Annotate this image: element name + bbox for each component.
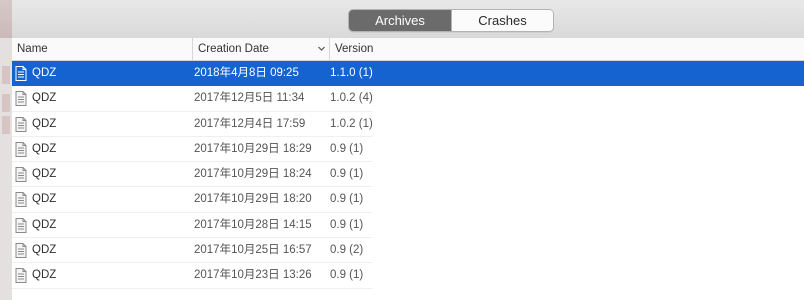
row-creation-date: 2017年12月4日 17:59 [194, 117, 306, 130]
table-row[interactable]: QDZ 2017年10月23日 13:26 0.9 (1) [12, 263, 804, 289]
archive-document-icon [15, 243, 27, 259]
row-name: QDZ [32, 193, 57, 206]
column-header-version[interactable]: Version [329, 38, 804, 60]
table-row[interactable]: QDZ 2017年10月29日 18:20 0.9 (1) [12, 187, 804, 213]
row-version: 1.0.2 (4) [330, 92, 373, 105]
row-creation-date: 2017年10月28日 14:15 [194, 218, 312, 231]
row-name: QDZ [32, 168, 57, 181]
archive-document-icon [15, 217, 27, 233]
row-version: 1.0.2 (1) [330, 117, 373, 130]
archive-document-icon [15, 167, 27, 183]
row-name: QDZ [32, 92, 57, 105]
archive-document-icon [15, 66, 27, 81]
archive-document-icon [15, 192, 27, 208]
row-creation-date: 2017年10月23日 13:26 [194, 269, 312, 282]
sidebar-marker [2, 116, 10, 134]
table-row[interactable]: QDZ 2017年10月28日 14:15 0.9 (1) [12, 213, 804, 239]
row-creation-date: 2017年10月29日 18:29 [194, 142, 312, 155]
column-header-creation-date-label: Creation Date [198, 43, 269, 55]
row-version: 0.9 (1) [330, 193, 364, 206]
row-creation-date: 2017年12月5日 11:34 [194, 92, 305, 105]
row-creation-date: 2017年10月25日 16:57 [194, 244, 312, 257]
toolbar: Archives Crashes [0, 0, 804, 39]
archives-crashes-segmented-control: Archives Crashes [348, 9, 554, 32]
row-creation-date: 2018年4月8日 09:25 [194, 67, 299, 79]
row-name: QDZ [32, 117, 57, 130]
table-row[interactable]: QDZ 2017年10月29日 18:29 0.9 (1) [12, 137, 804, 163]
row-name: QDZ [32, 269, 57, 282]
row-version: 0.9 (1) [330, 269, 364, 282]
row-version: 0.9 (1) [330, 142, 364, 155]
row-divider [12, 287, 372, 289]
row-version: 1.1.0 (1) [330, 67, 373, 79]
table-header: Name Creation Date Version [12, 38, 804, 61]
row-name: QDZ [32, 244, 57, 257]
row-name: QDZ [32, 142, 57, 155]
row-version: 0.9 (2) [330, 244, 364, 257]
sidebar-marker [2, 66, 10, 84]
archive-document-icon [15, 141, 27, 157]
column-header-creation-date[interactable]: Creation Date [192, 38, 329, 60]
table-row[interactable]: QDZ 2017年12月4日 17:59 1.0.2 (1) [12, 112, 804, 137]
archive-document-icon [15, 268, 27, 284]
table-row[interactable]: QDZ 2017年10月25日 16:57 0.9 (2) [12, 238, 804, 264]
archive-document-icon [15, 116, 27, 132]
archive-document-icon [15, 91, 27, 107]
table-body: QDZ 2018年4月8日 09:25 1.1.0 (1) QDZ 2017年12月5日… [12, 61, 804, 289]
row-name: QDZ [32, 218, 57, 231]
toolbar-edge [0, 0, 12, 38]
row-name: QDZ [32, 67, 57, 79]
row-version: 0.9 (1) [330, 218, 364, 231]
row-version: 0.9 (1) [330, 168, 364, 181]
sidebar-marker [2, 94, 10, 112]
row-creation-date: 2017年10月29日 18:24 [194, 168, 312, 181]
archives-table: Name Creation Date Version QDZ 2018年4月8日 … [12, 38, 804, 300]
tab-crashes[interactable]: Crashes [451, 10, 553, 31]
tab-archives[interactable]: Archives [349, 10, 451, 31]
table-row[interactable]: QDZ 2017年12月5日 11:34 1.0.2 (4) [12, 86, 804, 112]
column-header-name[interactable]: Name [12, 38, 192, 60]
row-creation-date: 2017年10月29日 18:20 [194, 193, 312, 206]
table-row[interactable]: QDZ 2017年10月29日 18:24 0.9 (1) [12, 162, 804, 188]
table-row[interactable]: QDZ 2018年4月8日 09:25 1.1.0 (1) [12, 61, 804, 87]
